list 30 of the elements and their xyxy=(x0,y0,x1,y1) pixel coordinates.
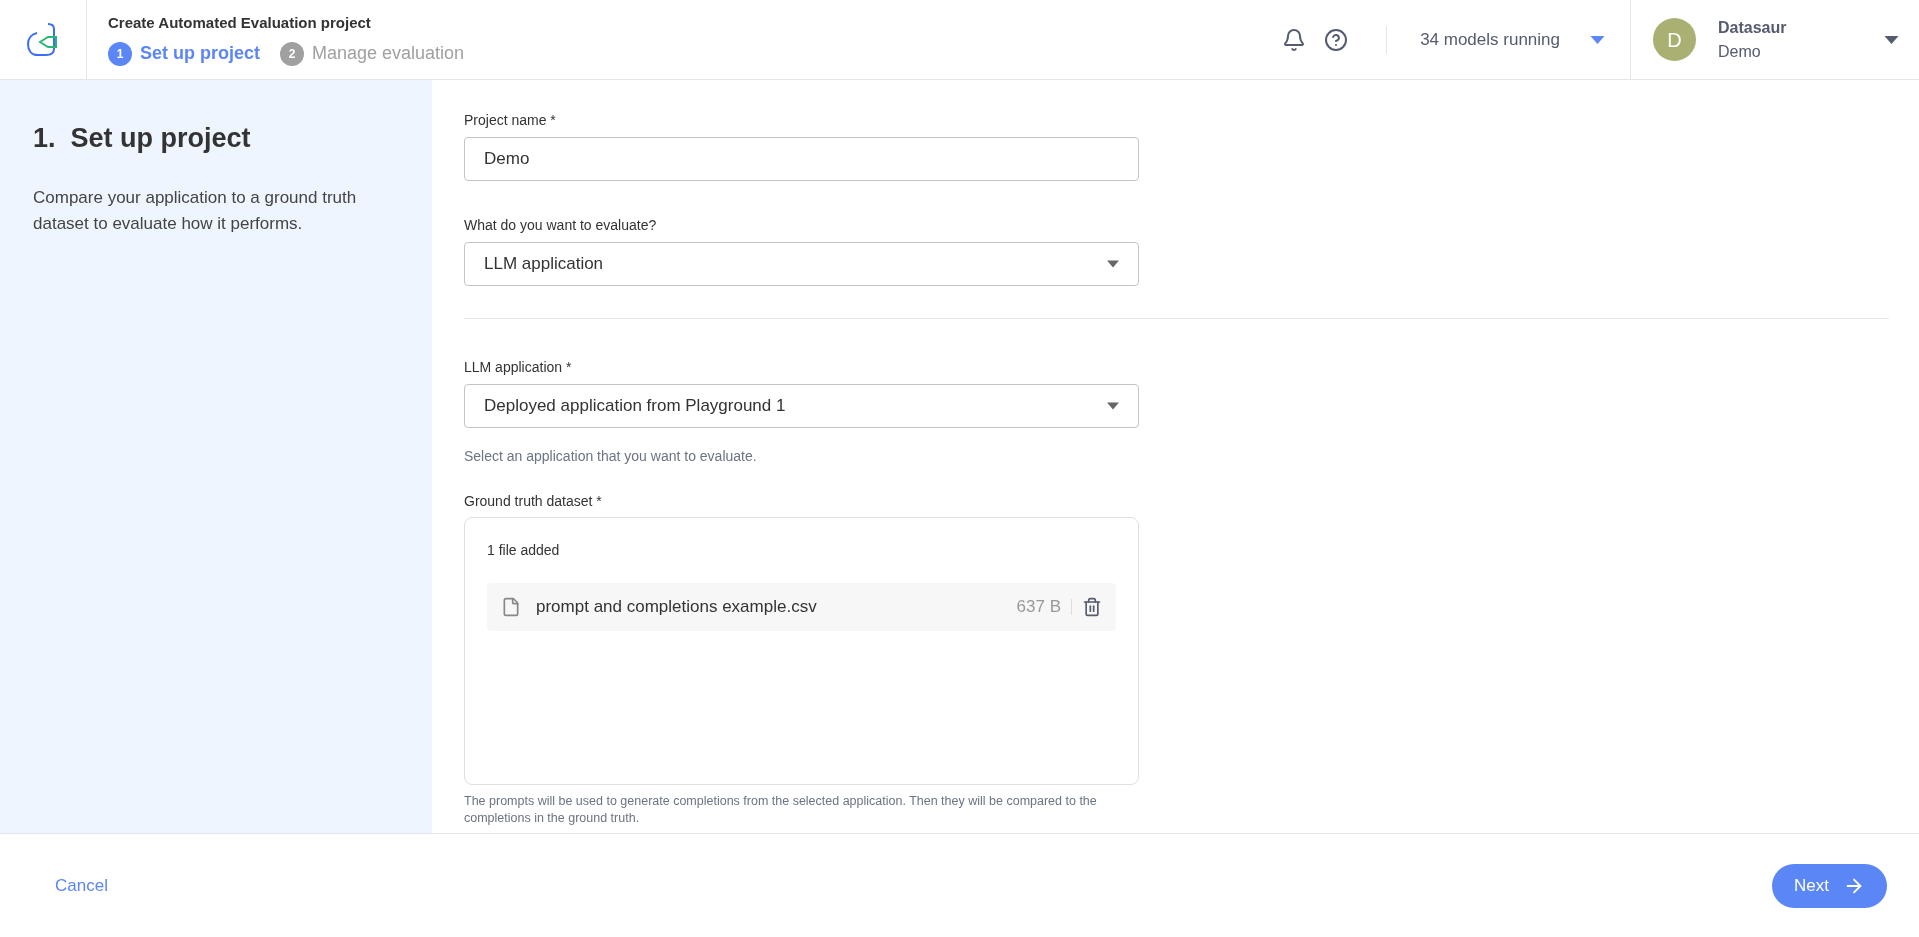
dropdown-field[interactable]: Deployed application from Playground 1 xyxy=(464,384,1139,428)
dropdown-field[interactable]: LLM application xyxy=(464,242,1139,286)
project-name-field[interactable]: Demo xyxy=(464,137,1139,181)
file-name: prompt and completions example.csv xyxy=(536,596,818,619)
cancel-button[interactable]: Cancel xyxy=(55,872,108,899)
step-number: 2 xyxy=(280,41,304,66)
helper-text: Select an application that you want to evaluate. xyxy=(464,447,758,466)
section-title: 1. Set up project xyxy=(33,122,252,155)
file-upload-area[interactable]: 1 file added prompt and completions example.csv 637 B xyxy=(464,517,1139,785)
page-title: Create Automated Evaluation project xyxy=(108,12,372,33)
step-number: 1 xyxy=(108,41,132,66)
field-label: What do you want to evaluate? xyxy=(464,216,658,235)
user-name: Datasaur xyxy=(1718,17,1788,38)
models-running-dropdown[interactable]: 34 models running xyxy=(1405,26,1605,53)
helper-text: The prompts will be used to generate completions from the selected application. Then they will be compared to the completions in the ground truth. xyxy=(464,793,1098,827)
caret-icon xyxy=(1107,402,1119,410)
caret-icon xyxy=(1107,260,1119,268)
caret-icon xyxy=(1884,35,1899,44)
notification-bell-icon[interactable] xyxy=(1282,27,1307,52)
delete-icon[interactable] xyxy=(1082,597,1102,617)
file-size: 637 B xyxy=(1016,596,1061,619)
caret-icon xyxy=(1590,35,1605,44)
file-icon xyxy=(501,597,521,617)
workspace-name: Demo xyxy=(1718,41,1762,62)
file-count: 1 file added xyxy=(487,541,561,560)
field-label: LLM application * xyxy=(464,358,573,377)
field-label: Ground truth dataset * xyxy=(464,492,603,511)
field-label: Project name * xyxy=(464,111,557,130)
help-icon[interactable] xyxy=(1324,27,1349,52)
section-description: Compare your application to a ground truth dataset to evaluate how it performs. xyxy=(33,186,358,235)
